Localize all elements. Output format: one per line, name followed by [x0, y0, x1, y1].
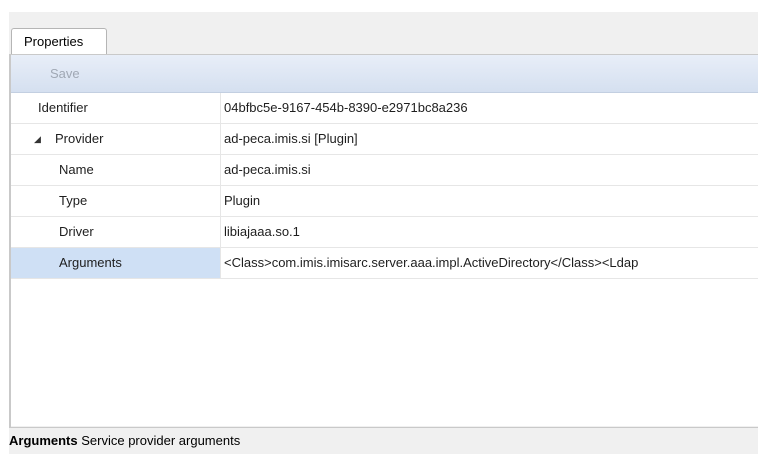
description-bar: Arguments Service provider arguments	[9, 427, 758, 454]
description-title: Arguments	[9, 433, 78, 448]
property-row-arguments[interactable]: Arguments <Class>com.imis.imisarc.server…	[11, 248, 758, 279]
property-name: Name	[11, 155, 221, 185]
property-row-driver[interactable]: Driver libiajaaa.so.1	[11, 217, 758, 248]
property-value[interactable]: libiajaaa.so.1	[224, 217, 758, 247]
property-value[interactable]: <Class>com.imis.imisarc.server.aaa.impl.…	[224, 248, 758, 278]
property-name: Identifier	[11, 93, 221, 123]
description-text: Service provider arguments	[77, 433, 241, 448]
property-row-name[interactable]: Name ad-peca.imis.si	[11, 155, 758, 186]
property-name: Type	[11, 186, 221, 216]
property-row-provider[interactable]: ◢ Provider ad-peca.imis.si [Plugin]	[11, 124, 758, 155]
property-value[interactable]: Plugin	[224, 186, 758, 216]
properties-panel: Properties Save Identifier 04bfbc5e-9167…	[9, 12, 758, 454]
save-button[interactable]: Save	[50, 66, 80, 81]
property-row-type[interactable]: Type Plugin	[11, 186, 758, 217]
property-name: Arguments	[11, 248, 221, 278]
property-value[interactable]: ad-peca.imis.si [Plugin]	[224, 124, 758, 154]
toolbar: Save	[11, 55, 758, 93]
property-row-identifier[interactable]: Identifier 04bfbc5e-9167-454b-8390-e2971…	[11, 93, 758, 124]
tab-row: Properties	[9, 12, 758, 55]
property-grid: Identifier 04bfbc5e-9167-454b-8390-e2971…	[11, 93, 758, 426]
property-name: Driver	[11, 217, 221, 247]
property-value[interactable]: ad-peca.imis.si	[224, 155, 758, 185]
property-name: Provider	[11, 124, 221, 154]
tab-properties[interactable]: Properties	[11, 28, 107, 54]
top-strip	[0, 0, 758, 12]
property-value[interactable]: 04bfbc5e-9167-454b-8390-e2971bc8a236	[224, 93, 758, 123]
